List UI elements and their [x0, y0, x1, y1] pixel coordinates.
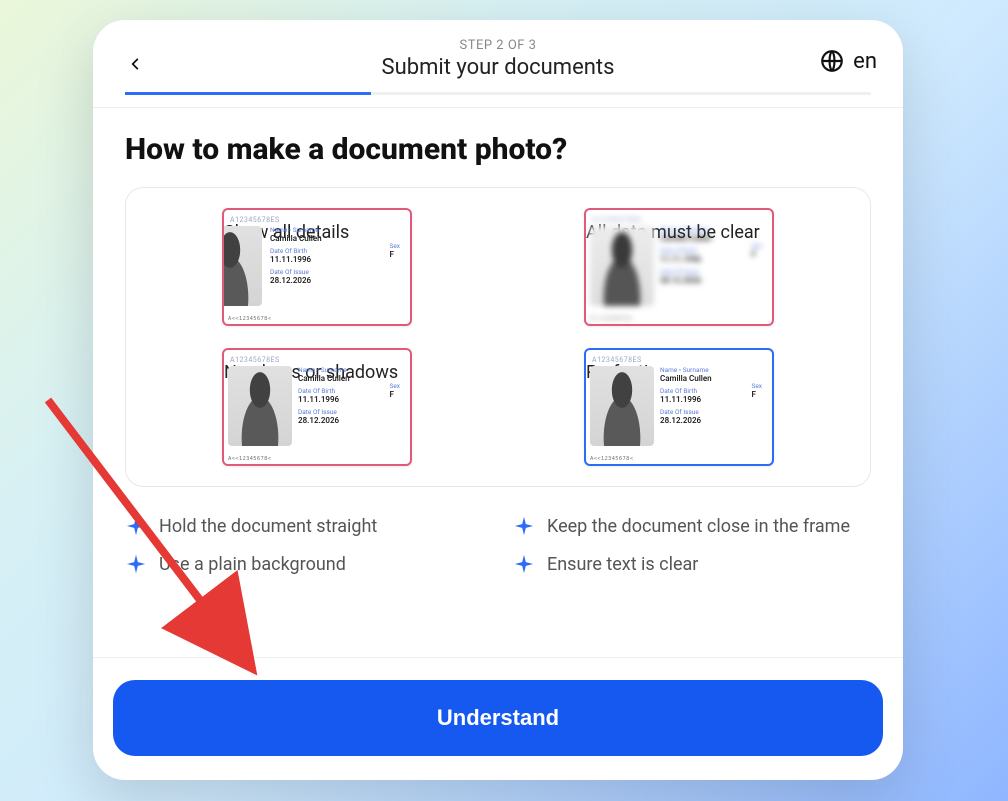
modal-body[interactable]: How to make a document photo? A12345678E…: [93, 108, 903, 657]
tip-item: Use a plain background: [125, 553, 483, 575]
card-fields: Name • Surname Camilla Cullen Date Of Bi…: [298, 366, 404, 429]
example-item: A12345678ES Name • Surname Camilla Culle…: [222, 348, 412, 466]
heading: How to make a document photo?: [125, 132, 871, 167]
card-mrz: A<<12345678<: [590, 456, 768, 462]
tip-text: Ensure text is clear: [547, 554, 698, 575]
card-mrz: A<<12345678<: [228, 456, 406, 462]
sparkle-icon: [125, 515, 147, 537]
tip-item: Ensure text is clear: [513, 553, 871, 575]
card-id-number: A12345678ES: [230, 356, 280, 364]
card-photo: [222, 226, 262, 306]
tip-item: Keep the document close in the frame: [513, 515, 871, 537]
back-button[interactable]: [119, 48, 151, 80]
card-id-number: A12345678ES: [592, 356, 642, 364]
example-item: A12345678ES Name • Surname Camilla Culle…: [584, 208, 774, 326]
tip-text: Keep the document close in the frame: [547, 516, 850, 537]
chevron-left-icon: [128, 53, 142, 75]
examples-grid: A12345678ES Name • Surname Camilla Culle…: [166, 208, 830, 466]
tip-text: Hold the document straight: [159, 516, 377, 537]
progress-bar: [125, 92, 871, 95]
card-fields: Name • Surname Camilla Cullen Date Of Bi…: [660, 366, 766, 429]
card-fields: Name • Surname Camilla Cullen Date Of Bi…: [660, 226, 766, 289]
tip-text: Use a plain background: [159, 554, 346, 575]
card-id-number: A12345678ES: [230, 216, 280, 224]
card-fields: Name • Surname Camilla Cullen Date Of Bi…: [270, 226, 404, 289]
id-card-example: A12345678ES Name • Surname Camilla Culle…: [584, 208, 774, 326]
tip-item: Hold the document straight: [125, 515, 483, 537]
card-mrz: A<<12345678<: [228, 316, 406, 322]
card-photo: [590, 226, 654, 306]
example-item: A12345678ES Name • Surname Camilla Culle…: [222, 208, 412, 326]
step-indicator: STEP 2 OF 3: [125, 38, 871, 53]
modal: STEP 2 OF 3 Submit your documents en How…: [93, 20, 903, 780]
card-photo: [228, 366, 292, 446]
sparkle-icon: [125, 553, 147, 575]
examples-panel: A12345678ES Name • Surname Camilla Culle…: [125, 187, 871, 487]
page-title: Submit your documents: [125, 55, 871, 80]
language-label: en: [853, 49, 877, 74]
understand-button[interactable]: Understand: [113, 680, 883, 756]
id-card-example: A12345678ES Name • Surname Camilla Culle…: [584, 348, 774, 466]
progress-fill: [125, 92, 371, 95]
card-mrz: A<<12345678<: [590, 316, 768, 322]
tips-list: Hold the document straight Keep the docu…: [125, 515, 871, 575]
globe-icon: [819, 48, 845, 74]
id-card-example: A12345678ES Name • Surname Camilla Culle…: [222, 348, 412, 466]
card-id-number: A12345678ES: [592, 216, 642, 224]
id-card-example: A12345678ES Name • Surname Camilla Culle…: [222, 208, 412, 326]
sparkle-icon: [513, 515, 535, 537]
example-item: A12345678ES Name • Surname Camilla Culle…: [584, 348, 774, 466]
card-photo: [590, 366, 654, 446]
language-selector[interactable]: en: [819, 48, 877, 74]
sparkle-icon: [513, 553, 535, 575]
modal-footer: Understand: [93, 657, 903, 780]
modal-header: STEP 2 OF 3 Submit your documents en: [93, 20, 903, 108]
